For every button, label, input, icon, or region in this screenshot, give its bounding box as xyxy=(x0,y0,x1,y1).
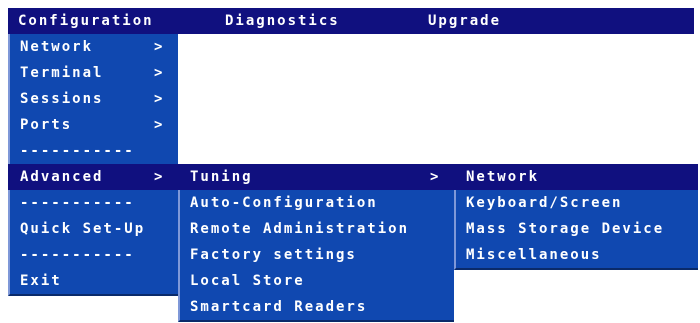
advanced-item-tuning[interactable]: Tuning > xyxy=(178,164,454,190)
main-item-label: Ports xyxy=(20,117,73,133)
main-item-quick-setup[interactable]: Quick Set-Up xyxy=(8,216,178,242)
main-item-label: Network xyxy=(20,39,94,55)
tuning-item-mass-storage-device[interactable]: Mass Storage Device xyxy=(454,216,698,242)
advanced-item-local-store[interactable]: Local Store xyxy=(178,268,454,294)
tuning-item-keyboard-screen[interactable]: Keyboard/Screen xyxy=(454,190,698,216)
advanced-item-smartcard-readers[interactable]: Smartcard Readers xyxy=(178,294,454,320)
main-item-network[interactable]: Network > xyxy=(8,34,178,60)
main-item-ports[interactable]: Ports > xyxy=(8,112,178,138)
main-item-label: Advanced xyxy=(20,169,104,185)
menu-upgrade[interactable]: Upgrade xyxy=(418,8,538,34)
submenu-arrow-icon: > xyxy=(154,39,165,55)
main-item-exit[interactable]: Exit xyxy=(8,268,178,294)
tuning-item-miscellaneous[interactable]: Miscellaneous xyxy=(454,242,698,268)
menu-separator: ----------- xyxy=(20,143,135,159)
menu-configuration[interactable]: Configuration xyxy=(8,8,188,34)
main-item-label: Sessions xyxy=(20,91,104,107)
main-item-label: Terminal xyxy=(20,65,104,81)
submenu-arrow-icon: > xyxy=(154,169,165,185)
main-item-advanced[interactable]: Advanced > xyxy=(8,164,178,190)
advanced-item-auto-configuration[interactable]: Auto-Configuration xyxy=(178,190,454,216)
menu-separator: ----------- xyxy=(20,247,135,263)
main-item-label: Quick Set-Up xyxy=(20,221,146,237)
tuning-item-network[interactable]: Network xyxy=(454,164,698,190)
advanced-item-factory-settings[interactable]: Factory settings xyxy=(178,242,454,268)
main-item-label: Exit xyxy=(20,273,62,289)
submenu-arrow-icon: > xyxy=(154,91,165,107)
main-item-sessions[interactable]: Sessions > xyxy=(8,86,178,112)
submenu-arrow-icon: > xyxy=(154,65,165,81)
submenu-arrow-icon: > xyxy=(154,117,165,133)
menu-separator: ----------- xyxy=(20,195,135,211)
advanced-item-label: Tuning xyxy=(190,169,253,185)
main-item-terminal[interactable]: Terminal > xyxy=(8,60,178,86)
advanced-item-remote-administration[interactable]: Remote Administration xyxy=(178,216,454,242)
submenu-arrow-icon: > xyxy=(430,169,441,185)
menu-diagnostics[interactable]: Diagnostics xyxy=(215,8,375,34)
